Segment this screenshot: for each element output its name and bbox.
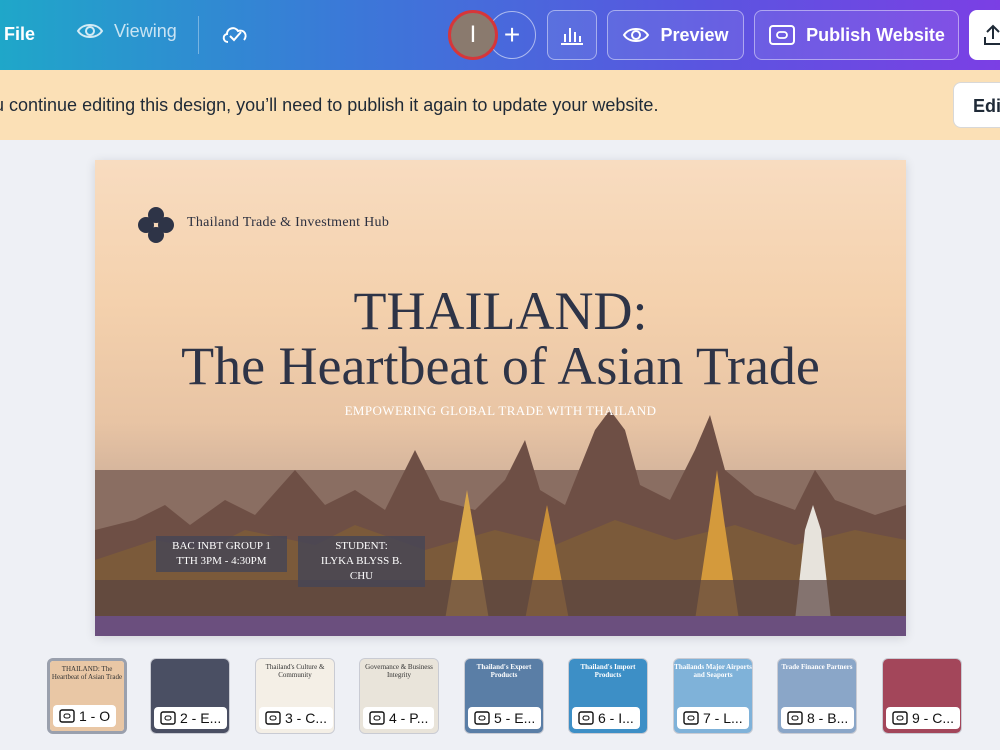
page-thumbnail-title: Governance & Business Integrity (365, 663, 433, 679)
page-thumbnail-text: 3 - C... (284, 710, 327, 726)
website-icon (683, 711, 699, 725)
page-thumbnail-text: 7 - L... (703, 710, 743, 726)
cloud-saved-icon[interactable] (220, 20, 250, 53)
file-menu[interactable]: File (4, 24, 35, 45)
page-thumbnail[interactable]: Trade Finance Partners 8 - B... (777, 658, 857, 734)
page-thumbnail-title: Trade Finance Partners (781, 663, 853, 671)
insights-button[interactable] (547, 10, 597, 60)
page-thumbnail-title: Thailands Major Airports and Seaports (674, 663, 752, 679)
preview-button[interactable]: Preview (607, 10, 744, 60)
website-icon (769, 25, 796, 45)
toolbar-divider (198, 16, 199, 54)
eye-icon (623, 28, 650, 42)
slide-canvas[interactable]: Thailand Trade & Investment Hub THAILAND… (95, 160, 906, 636)
notice-text: u continue editing this design, you’ll n… (0, 95, 659, 115)
slide-bottom-band (95, 616, 906, 636)
page-thumbnail-text: 5 - E... (494, 710, 536, 726)
website-icon (265, 711, 281, 725)
top-toolbar: File Viewing + I Preview Publish Website (0, 0, 1000, 70)
page-thumbnail-title: Thailand's Culture & Community (265, 663, 325, 679)
page-thumbnail-label: 6 - I... (572, 707, 640, 729)
page-thumbnails-strip: THAILAND: The Heartbeat of Asian Trade 1 … (0, 640, 1000, 750)
share-button[interactable] (969, 10, 1000, 60)
website-icon (787, 711, 803, 725)
page-thumbnail[interactable]: Thailand's Culture & Community 3 - C... (255, 658, 335, 734)
user-avatar[interactable]: I (448, 10, 498, 60)
page-thumbnail[interactable]: Thailands Major Airports and Seaports 7 -… (673, 658, 753, 734)
page-thumbnail-label: 9 - C... (886, 707, 960, 729)
page-thumbnail-text: 9 - C... (911, 710, 954, 726)
page-thumbnail-label: 4 - P... (363, 707, 435, 729)
website-icon (474, 711, 490, 725)
edit-button[interactable]: Edi (953, 82, 1000, 128)
website-icon (578, 711, 594, 725)
publish-website-button[interactable]: Publish Website (754, 10, 959, 60)
eye-icon (76, 24, 104, 38)
page-thumbnail-label: 7 - L... (677, 707, 749, 729)
page-thumbnail-title: Thailand's Export Products (476, 663, 532, 679)
website-icon (160, 711, 176, 725)
slide-title-line1: THAILAND: (353, 281, 648, 341)
page-thumbnail[interactable]: Thailand's Export Products 5 - E... (464, 658, 544, 734)
brand-name: Thailand Trade & Investment Hub (187, 215, 390, 230)
website-icon (369, 711, 385, 725)
viewing-label: Viewing (114, 20, 177, 41)
temple-skyline-image (95, 410, 906, 620)
page-thumbnail-text: 6 - I... (598, 710, 634, 726)
website-icon (892, 711, 908, 725)
slide-subtitle: EMPOWERING GLOBAL TRADE WITH THAILAND (344, 403, 657, 418)
page-thumbnail-label: 2 - E... (154, 707, 228, 729)
page-thumbnail-text: 8 - B... (807, 710, 849, 726)
clover-logo-icon (138, 207, 174, 243)
upload-icon (984, 24, 1000, 45)
page-thumbnail-label: 5 - E... (468, 707, 542, 729)
slide-title-line2: The Heartbeat of Asian Trade (181, 336, 820, 396)
page-thumbnail-title: THAILAND: The Heartbeat of Asian Trade (51, 665, 123, 681)
page-thumbnail-text: 4 - P... (389, 710, 429, 726)
page-thumbnail-text: 1 - O (79, 708, 111, 724)
page-thumbnail[interactable]: 9 - C... (882, 658, 962, 734)
bar-chart-icon (561, 28, 583, 45)
page-thumbnail[interactable]: Governance & Business Integrity 4 - P... (359, 658, 439, 734)
page-thumbnail-label: 3 - C... (259, 707, 333, 729)
viewing-mode-button[interactable]: Viewing (76, 20, 177, 42)
page-thumbnail-title: Thailand's Import Products (580, 663, 636, 679)
group-tag: BAC INBT GROUP 1 TTH 3PM - 4:30PM (156, 536, 287, 572)
page-thumbnail-label: 8 - B... (781, 707, 855, 729)
student-tag: STUDENT: ILYKA BLYSS B. CHU (298, 536, 425, 587)
publish-notice-bar: u continue editing this design, you’ll n… (0, 70, 1000, 140)
page-thumbnail[interactable]: 2 - E... (150, 658, 230, 734)
page-thumbnail[interactable]: THAILAND: The Heartbeat of Asian Trade 1 … (47, 658, 127, 734)
website-icon (59, 709, 75, 723)
page-thumbnail[interactable]: Thailand's Import Products 6 - I... (568, 658, 648, 734)
page-thumbnail-label: 1 - O (53, 705, 117, 727)
page-thumbnail-text: 2 - E... (180, 710, 222, 726)
